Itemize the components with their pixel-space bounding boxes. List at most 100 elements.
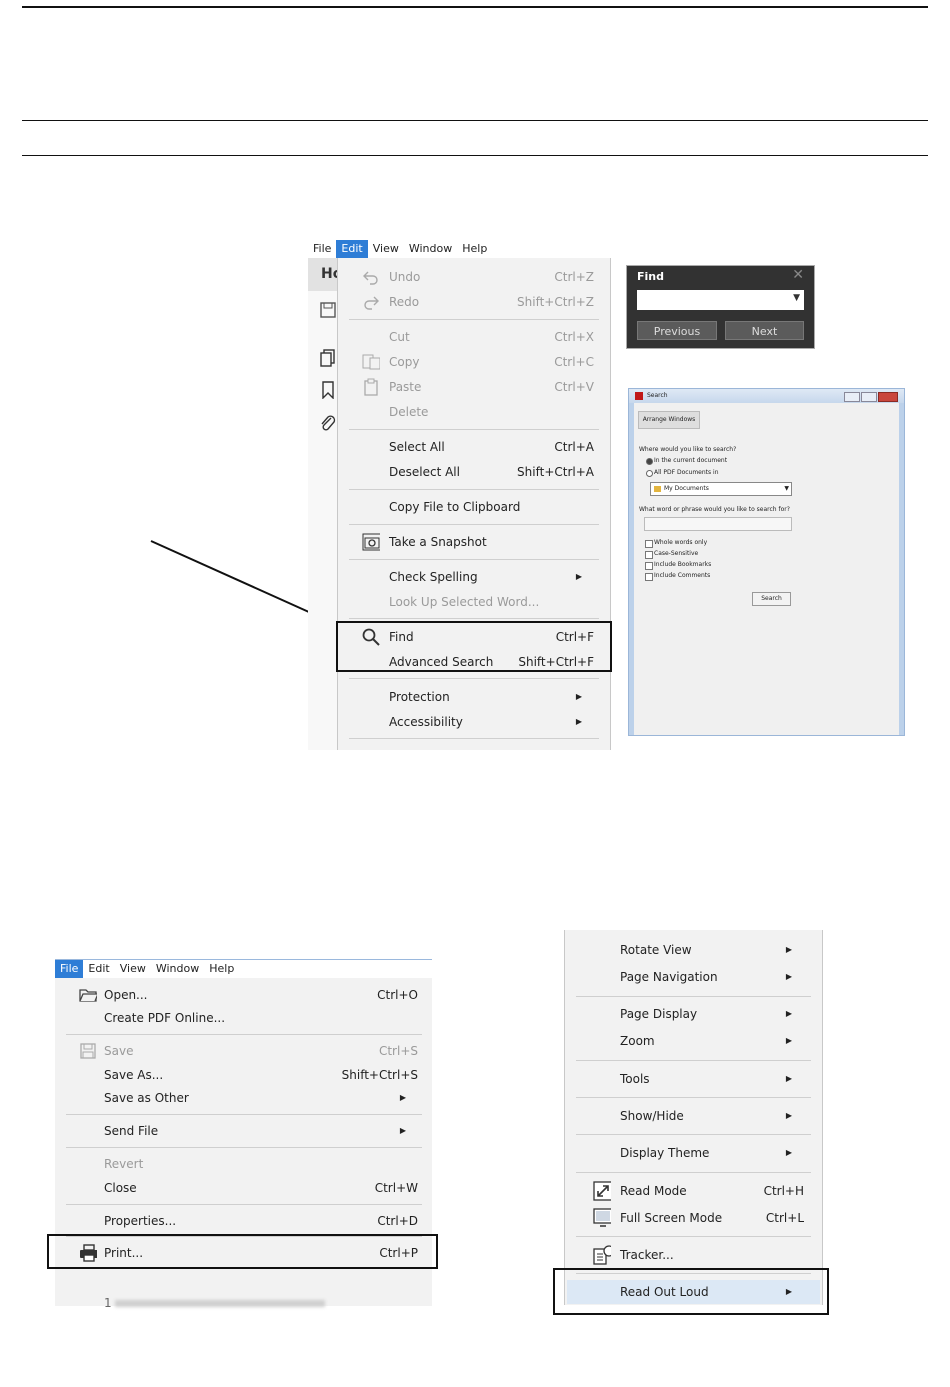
menu-item-select-all[interactable]: Select All Ctrl+A: [338, 435, 610, 459]
menu-item-rotate-view[interactable]: Rotate View ▶: [565, 938, 822, 962]
menu-item-label: Select All: [389, 440, 445, 454]
menu-window[interactable]: Window: [151, 960, 204, 978]
menu-item-look-up-selected-word[interactable]: Look Up Selected Word...: [338, 590, 610, 614]
menu-item-check-spelling[interactable]: Check Spelling ▶: [338, 565, 610, 589]
arrange-windows-button[interactable]: Arrange Windows: [638, 411, 700, 429]
menu-item-tracker[interactable]: Tracker...: [565, 1243, 822, 1267]
menu-separator: [66, 1204, 422, 1205]
recent-file-1[interactable]: 1: [104, 1296, 326, 1310]
menu-item-paste[interactable]: Paste Ctrl+V: [338, 375, 610, 399]
menu-item-redo[interactable]: Redo Shift+Ctrl+Z: [338, 290, 610, 314]
menu-item-create-pdf-online[interactable]: Create PDF Online...: [55, 1006, 432, 1030]
redo-icon: [362, 293, 380, 311]
radio-current[interactable]: [646, 458, 653, 465]
menu-edit[interactable]: Edit: [83, 960, 114, 978]
menu-item-full-screen-mode[interactable]: Full Screen Mode Ctrl+L: [565, 1206, 822, 1230]
menu-item-undo[interactable]: Undo Ctrl+Z: [338, 265, 610, 289]
minimize-button[interactable]: [844, 392, 860, 402]
menu-item-shortcut: Ctrl+X: [554, 330, 594, 344]
menu-item-close[interactable]: Close Ctrl+W: [55, 1176, 432, 1200]
checkbox-include-bookmarks[interactable]: [645, 562, 653, 570]
folder-select[interactable]: My Documents ▼: [650, 482, 792, 496]
phrase-label: What word or phrase would you like to se…: [639, 506, 790, 513]
menu-item-shortcut: Ctrl+O: [377, 988, 418, 1002]
menu-item-cut[interactable]: Cut Ctrl+X: [338, 325, 610, 349]
menu-item-label: Redo: [389, 295, 420, 309]
menu-item-take-a-snapshot[interactable]: Take a Snapshot: [338, 530, 610, 554]
menu-separator: [66, 1114, 422, 1115]
menu-item-tools[interactable]: Tools ▶: [565, 1067, 822, 1091]
menu-item-shortcut: Shift+Ctrl+A: [517, 465, 594, 479]
menu-item-label: Delete: [389, 405, 429, 419]
menu-item-label: Protection: [389, 690, 450, 704]
menu-separator: [576, 1134, 811, 1135]
menu-item-display-theme[interactable]: Display Theme ▶: [565, 1141, 822, 1165]
menu-item-protection[interactable]: Protection ▶: [338, 685, 610, 709]
menu-view[interactable]: View: [115, 960, 151, 978]
menu-window[interactable]: Window: [404, 240, 457, 258]
folder-open-icon: [79, 986, 97, 1004]
find-panel-title: Find: [637, 270, 664, 283]
next-button[interactable]: Next: [725, 321, 804, 340]
checkbox-case-sensitive[interactable]: [645, 551, 653, 559]
menu-separator: [576, 1097, 811, 1098]
phrase-input[interactable]: [644, 517, 792, 531]
menu-separator: [349, 678, 599, 679]
menu-item-zoom[interactable]: Zoom ▶: [565, 1029, 822, 1053]
menu-item-properties[interactable]: Properties... Ctrl+D: [55, 1209, 432, 1233]
menu-item-label: Take a Snapshot: [389, 535, 487, 549]
menu-item-save-as[interactable]: Save As... Shift+Ctrl+S: [55, 1063, 432, 1087]
menu-item-save-as-other[interactable]: Save as Other ▶: [55, 1086, 432, 1110]
submenu-arrow-icon: ▶: [785, 1009, 792, 1018]
menu-edit[interactable]: Edit: [336, 240, 368, 258]
menu-item-copy[interactable]: Copy Ctrl+C: [338, 350, 610, 374]
find-input[interactable]: ▼: [637, 290, 804, 310]
menu-item-revert[interactable]: Revert: [55, 1152, 432, 1176]
radio-all[interactable]: [646, 470, 653, 477]
menu-separator: [349, 489, 599, 490]
menu-file[interactable]: File: [308, 240, 336, 258]
folder-value: My Documents: [664, 485, 709, 492]
close-icon[interactable]: ✕: [792, 267, 804, 283]
checkbox-label: Include Comments: [654, 572, 711, 579]
menu-item-shortcut: Ctrl+C: [554, 355, 594, 369]
checkbox-include-comments[interactable]: [645, 573, 653, 581]
menu-item-label: Read Mode: [620, 1184, 687, 1198]
menu-help[interactable]: Help: [457, 240, 492, 258]
folder-icon: [654, 486, 661, 492]
pages-icon: [320, 349, 335, 367]
submenu-arrow-icon: ▶: [785, 1074, 792, 1083]
menu-item-deselect-all[interactable]: Deselect All Shift+Ctrl+A: [338, 460, 610, 484]
where-label: Where would you like to search?: [639, 446, 737, 453]
menu-item-label: Save as Other: [104, 1091, 189, 1105]
menu-item-label: Copy File to Clipboard: [389, 500, 521, 514]
menu-item-copy-file-to-clipboard[interactable]: Copy File to Clipboard: [338, 495, 610, 519]
read-out-loud-highlight-box: [553, 1268, 829, 1315]
edit-menu-screenshot: Ho File Edit View Window Help Undo Ctrl+Z…: [308, 240, 611, 750]
menu-item-send-file[interactable]: Send File ▶: [55, 1119, 432, 1143]
maximize-button[interactable]: [861, 392, 877, 402]
menu-item-read-mode[interactable]: Read Mode Ctrl+H: [565, 1179, 822, 1203]
menu-item-label: Zoom: [620, 1034, 655, 1048]
submenu-arrow-icon: ▶: [785, 1111, 792, 1120]
submenu-arrow-icon: ▶: [785, 945, 792, 954]
menu-item-accessibility[interactable]: Accessibility ▶: [338, 710, 610, 734]
menu-item-show-hide[interactable]: Show/Hide ▶: [565, 1104, 822, 1128]
menu-help[interactable]: Help: [204, 960, 239, 978]
menu-item-save[interactable]: Save Ctrl+S: [55, 1039, 432, 1063]
search-button[interactable]: Search: [752, 592, 791, 606]
menu-item-delete[interactable]: Delete: [338, 400, 610, 424]
menu-view[interactable]: View: [368, 240, 404, 258]
window-close-button[interactable]: [878, 392, 898, 402]
menu-item-open[interactable]: Open... Ctrl+O: [55, 983, 432, 1007]
menu-separator: [349, 618, 599, 619]
dropdown-arrow-icon[interactable]: ▼: [793, 293, 800, 303]
submenu-arrow-icon: ▶: [575, 572, 582, 581]
menu-item-shortcut: Ctrl+W: [374, 1181, 418, 1195]
menu-item-page-display[interactable]: Page Display ▶: [565, 1002, 822, 1026]
checkbox-whole-words-only[interactable]: [645, 540, 653, 548]
previous-button[interactable]: Previous: [637, 321, 717, 340]
menu-separator: [576, 1236, 811, 1237]
menu-item-page-navigation[interactable]: Page Navigation ▶: [565, 965, 822, 989]
menu-file[interactable]: File: [55, 960, 84, 978]
